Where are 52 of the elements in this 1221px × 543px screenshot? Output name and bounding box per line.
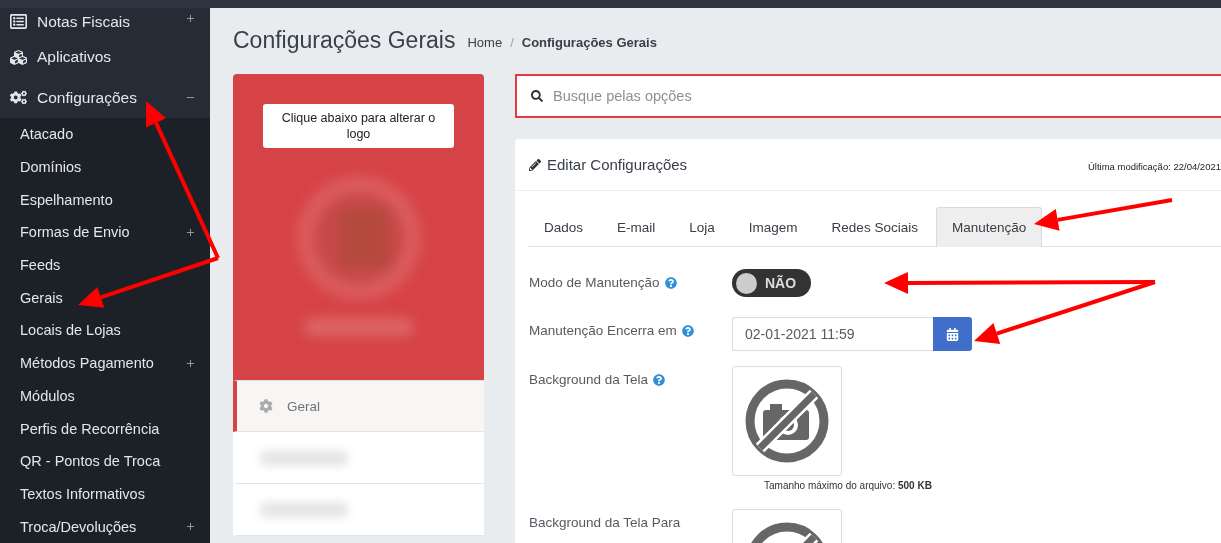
gears-icon [10, 89, 27, 107]
breadcrumb-current: Configurações Gerais [521, 34, 657, 50]
plus-icon [185, 521, 196, 533]
breadcrumb-separator: / [510, 34, 514, 50]
submenu-item[interactable]: Espelhamento [0, 183, 210, 217]
pencil-icon [529, 158, 541, 171]
submenu-item[interactable]: Perfis de Recorrência [0, 412, 210, 445]
field-label: Background da Tela [529, 372, 649, 389]
calendar-icon [946, 327, 959, 341]
last-modified: Última modificação: 22/04/2021 [1087, 160, 1221, 172]
sidebar-item[interactable]: Aplicativos [0, 36, 210, 78]
submenu-item[interactable]: Locais de Lojas [0, 314, 210, 347]
submenu-item[interactable]: Módulos [0, 379, 210, 413]
tab[interactable]: Loja [673, 207, 731, 247]
submenu-item[interactable]: QR - Pontos de Troca [0, 444, 210, 478]
change-logo-button[interactable]: Clique abaixo para alterar o logo [263, 104, 454, 148]
list-icon [10, 13, 27, 30]
submenu-item[interactable]: Atacado [0, 118, 210, 151]
tab[interactable]: Dados [528, 207, 600, 247]
no-camera-icon [744, 378, 830, 464]
submenu-item[interactable]: Textos Informativos [0, 477, 210, 511]
submenu-item[interactable]: Gerais [0, 281, 210, 315]
cubes-icon [10, 48, 27, 66]
image-upload[interactable] [732, 366, 842, 476]
calendar-button[interactable] [933, 317, 972, 351]
plus-icon [185, 13, 196, 24]
gear-icon [259, 399, 273, 413]
file-size-hint: Tamanho máximo do arquivo: 500 KB [764, 480, 932, 491]
toggle-switch[interactable]: NÃO [732, 269, 811, 297]
tab[interactable]: Redes Sociais [815, 207, 934, 247]
sidebar-item[interactable]: Configurações [0, 77, 210, 118]
page-title: Configurações Gerais [233, 26, 456, 54]
plus-icon [185, 226, 196, 238]
submenu-item[interactable]: Feeds [0, 248, 210, 282]
plus-icon [185, 357, 196, 369]
submenu-item[interactable]: Métodos Pagamento [0, 346, 210, 380]
search-field[interactable]: Busque pelas opções [515, 74, 1221, 118]
card-title: Editar Configurações [547, 156, 689, 173]
tab[interactable]: E-mail [601, 207, 672, 247]
field-label: Background da Tela Para [529, 515, 681, 532]
breadcrumb-link[interactable]: Home [467, 34, 503, 50]
sidebar-item[interactable]: Notas Fiscais [0, 8, 210, 37]
menu-item[interactable]: Geral [233, 380, 484, 432]
search-icon [531, 90, 543, 102]
field-label: Modo de Manutenção [529, 275, 660, 292]
field-label: Manutenção Encerra em [529, 323, 677, 340]
date-field[interactable]: 02-01-2021 11:59 [732, 317, 933, 351]
tab[interactable]: Imagem [732, 207, 814, 247]
tab[interactable]: Manutenção [935, 207, 1043, 247]
submenu-item[interactable]: Formas de Envio [0, 216, 210, 249]
submenu-item[interactable]: Domínios [0, 150, 210, 184]
submenu-item[interactable]: Troca/Devoluções [0, 510, 210, 543]
